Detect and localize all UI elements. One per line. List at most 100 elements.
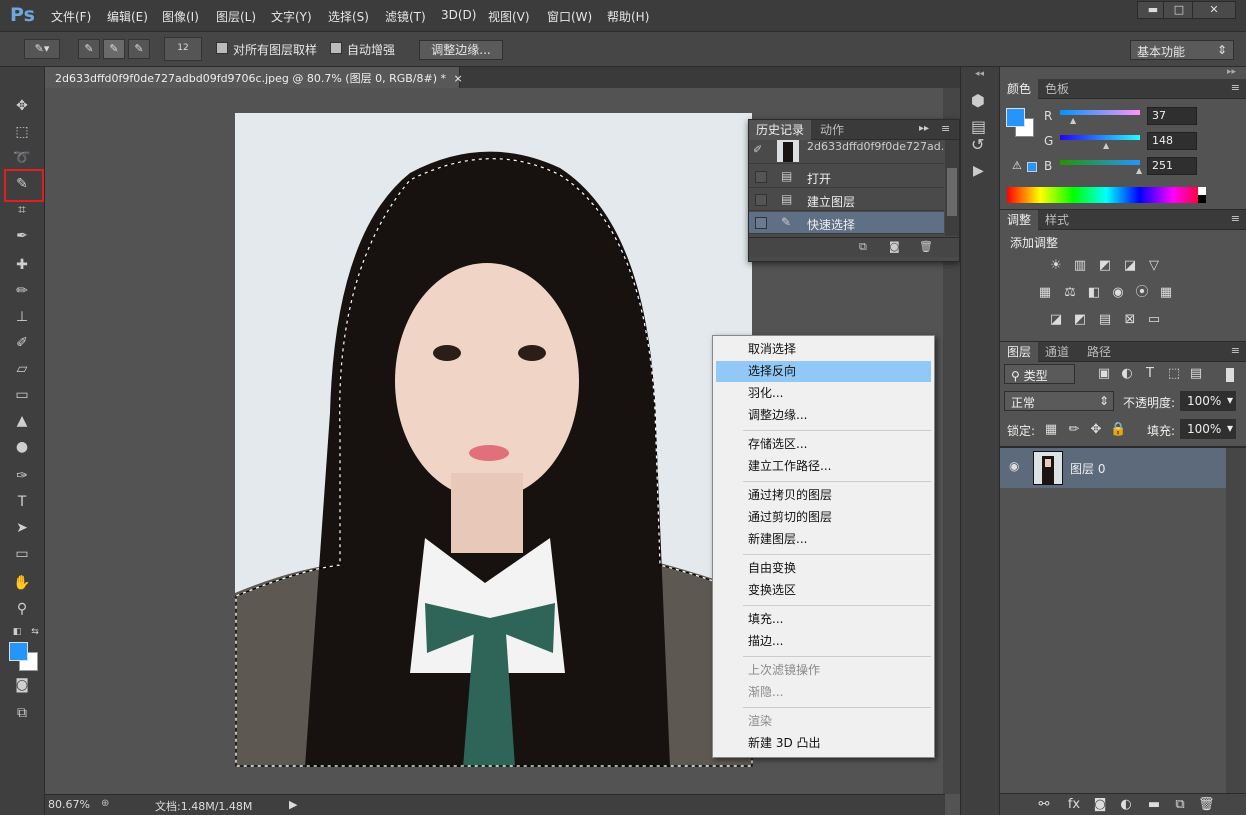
invert-icon[interactable]: ◪ xyxy=(1048,312,1064,328)
history-item-selected[interactable]: ✎ 快速选择 xyxy=(749,212,944,234)
menu-window[interactable]: 窗口(W) xyxy=(547,8,592,25)
3d-panel-icon[interactable]: ⬢ xyxy=(971,91,985,110)
tab-swatches[interactable]: 色板 xyxy=(1038,79,1076,99)
green-slider-handle[interactable]: ▲ xyxy=(1103,141,1109,150)
layer-name[interactable]: 图层 0 xyxy=(1070,460,1105,477)
panel-menu-icon[interactable]: ≡ xyxy=(1231,344,1240,357)
filter-adjustment-icon[interactable]: ◐ xyxy=(1119,366,1135,382)
sample-all-layers-checkbox[interactable] xyxy=(216,42,228,54)
camera-icon[interactable]: ◙ xyxy=(889,240,900,253)
link-layers-icon[interactable]: ⚯ xyxy=(1036,797,1052,813)
layer-row-selected[interactable]: ◉ 图层 0 xyxy=(1000,448,1226,488)
foreground-color-swatch[interactable] xyxy=(9,642,28,661)
hue-saturation-icon[interactable]: ▦ xyxy=(1037,285,1053,301)
menu-help[interactable]: 帮助(H) xyxy=(607,8,649,25)
color-spectrum-ramp[interactable] xyxy=(1007,187,1206,203)
color-panel-fg-swatch[interactable] xyxy=(1006,108,1025,127)
menu-select[interactable]: 选择(S) xyxy=(328,8,369,25)
blue-value-input[interactable]: 251 xyxy=(1147,157,1197,175)
auto-enhance-checkbox[interactable] xyxy=(330,42,342,54)
actions-panel-icon[interactable]: ▶ xyxy=(973,163,984,179)
document-tab[interactable]: 2d633dffd0f9f0de727adbd09fd9706c.jpeg @ … xyxy=(45,67,463,88)
context-menu-item[interactable]: 通过拷贝的图层 xyxy=(716,485,931,506)
lock-image-icon[interactable]: ✏ xyxy=(1066,422,1082,438)
history-item[interactable]: ▤ 打开 xyxy=(749,166,944,188)
tab-layers[interactable]: 图层 xyxy=(1000,342,1039,362)
tab-adjustments[interactable]: 调整 xyxy=(1000,210,1039,230)
history-brush-source-box[interactable] xyxy=(755,171,767,183)
exposure-icon[interactable]: ◪ xyxy=(1122,258,1138,274)
history-snapshot[interactable]: ✐ 2d633dffd0f9f0de727ad... xyxy=(749,140,951,164)
status-export-icon[interactable]: ⊕ xyxy=(101,798,109,809)
new-adjustment-layer-icon[interactable]: ◐ xyxy=(1118,797,1134,813)
history-brush-source-icon[interactable]: ✐ xyxy=(753,143,762,156)
eye-visibility-icon[interactable]: ◉ xyxy=(1009,459,1019,473)
pen-tool-icon[interactable]: ✑ xyxy=(11,466,33,486)
threshold-icon[interactable]: ▤ xyxy=(1097,312,1113,328)
menu-type[interactable]: 文字(Y) xyxy=(271,8,312,25)
context-menu-item[interactable]: 调整边缘... xyxy=(716,405,931,426)
marquee-tool-icon[interactable]: ⬚ xyxy=(11,122,33,142)
shape-tool-icon[interactable]: ▭ xyxy=(11,544,33,564)
tab-actions[interactable]: 动作 xyxy=(813,120,851,140)
spectrum-black-swatch[interactable] xyxy=(1198,195,1206,203)
curves-icon[interactable]: ◩ xyxy=(1097,258,1113,274)
context-menu-item[interactable]: 新建图层... xyxy=(716,529,931,550)
new-layer-icon[interactable]: ⧉ xyxy=(1172,797,1188,813)
hand-tool-icon[interactable]: ✋ xyxy=(11,573,33,593)
context-menu-item[interactable]: 存储选区... xyxy=(716,434,931,455)
context-menu-item[interactable]: 建立工作路径... xyxy=(716,456,931,477)
lasso-tool-icon[interactable]: ➰ xyxy=(11,148,33,168)
move-tool-icon[interactable]: ✥ xyxy=(11,96,33,116)
add-mask-icon[interactable]: ◙ xyxy=(1092,797,1108,813)
context-menu-item[interactable]: 自由变换 xyxy=(716,558,931,579)
status-menu-arrow-icon[interactable]: ▶ xyxy=(289,798,297,811)
swap-colors-icon[interactable]: ⇆ xyxy=(24,622,46,642)
collapse-dock-icon[interactable]: ▸▸ xyxy=(1227,67,1236,77)
tab-color[interactable]: 颜色 xyxy=(1000,79,1039,99)
maximize-button[interactable]: □ xyxy=(1163,1,1195,19)
red-value-input[interactable]: 37 xyxy=(1147,107,1197,125)
eraser-tool-icon[interactable]: ▱ xyxy=(11,359,33,379)
eyedropper-tool-icon[interactable]: ✒ xyxy=(11,226,33,246)
brush-tool-icon[interactable]: ✏ xyxy=(11,281,33,301)
context-menu-item[interactable]: 填充... xyxy=(716,609,931,630)
history-item[interactable]: ▤ 建立图层 xyxy=(749,189,944,211)
spectrum-white-swatch[interactable] xyxy=(1198,187,1206,195)
info-panel-icon[interactable]: ▤ xyxy=(971,117,986,136)
menu-edit[interactable]: 编辑(E) xyxy=(107,8,148,25)
type-tool-icon[interactable]: T xyxy=(11,492,33,512)
quick-mask-icon[interactable]: ◙ xyxy=(11,675,33,695)
context-menu-item[interactable]: 描边... xyxy=(716,631,931,652)
new-selection-brush-icon[interactable]: ✎ xyxy=(78,39,100,59)
trash-icon[interactable]: 🗑 xyxy=(919,240,933,253)
context-menu-item[interactable]: 新建 3D 凸出 xyxy=(716,733,931,754)
panel-menu-icon[interactable]: ≡ xyxy=(941,122,950,135)
tool-preset-picker[interactable]: ✎▾ xyxy=(24,39,60,59)
close-tab-icon[interactable]: × xyxy=(454,72,463,85)
menu-image[interactable]: 图像(I) xyxy=(162,8,199,25)
filter-toggle[interactable] xyxy=(1226,368,1234,382)
add-to-selection-brush-icon[interactable]: ✎ xyxy=(103,39,125,59)
screen-mode-icon[interactable]: ⧉ xyxy=(11,703,33,723)
subtract-selection-brush-icon[interactable]: ✎ xyxy=(128,39,150,59)
history-panel-icon[interactable]: ↺ xyxy=(971,135,984,154)
menu-view[interactable]: 视图(V) xyxy=(488,8,530,25)
context-menu-item[interactable]: 取消选择 xyxy=(716,339,931,360)
trash-icon[interactable]: 🗑 xyxy=(1198,797,1215,813)
fx-icon[interactable]: fx xyxy=(1066,797,1082,813)
layer-filter-select[interactable]: ⚲ 类型 xyxy=(1004,364,1075,384)
red-slider-handle[interactable]: ▲ xyxy=(1070,116,1076,125)
menu-layer[interactable]: 图层(L) xyxy=(216,8,256,25)
close-button[interactable]: ✕ xyxy=(1192,1,1236,19)
expand-panels-icon[interactable]: ◂◂ xyxy=(975,69,984,79)
filter-shape-icon[interactable]: ⬚ xyxy=(1166,366,1182,382)
context-menu-item[interactable]: 羽化... xyxy=(716,383,931,404)
channel-mixer-icon[interactable]: ⦿ xyxy=(1134,285,1150,301)
zoom-level[interactable]: 80.67% xyxy=(48,798,90,811)
levels-icon[interactable]: ▥ xyxy=(1072,258,1088,274)
panel-menu-icon[interactable]: ≡ xyxy=(1231,212,1240,225)
blend-mode-select[interactable]: 正常 ⇕ xyxy=(1004,391,1114,411)
new-document-from-state-icon[interactable]: ⧉ xyxy=(859,240,867,254)
path-select-tool-icon[interactable]: ➤ xyxy=(11,518,33,538)
